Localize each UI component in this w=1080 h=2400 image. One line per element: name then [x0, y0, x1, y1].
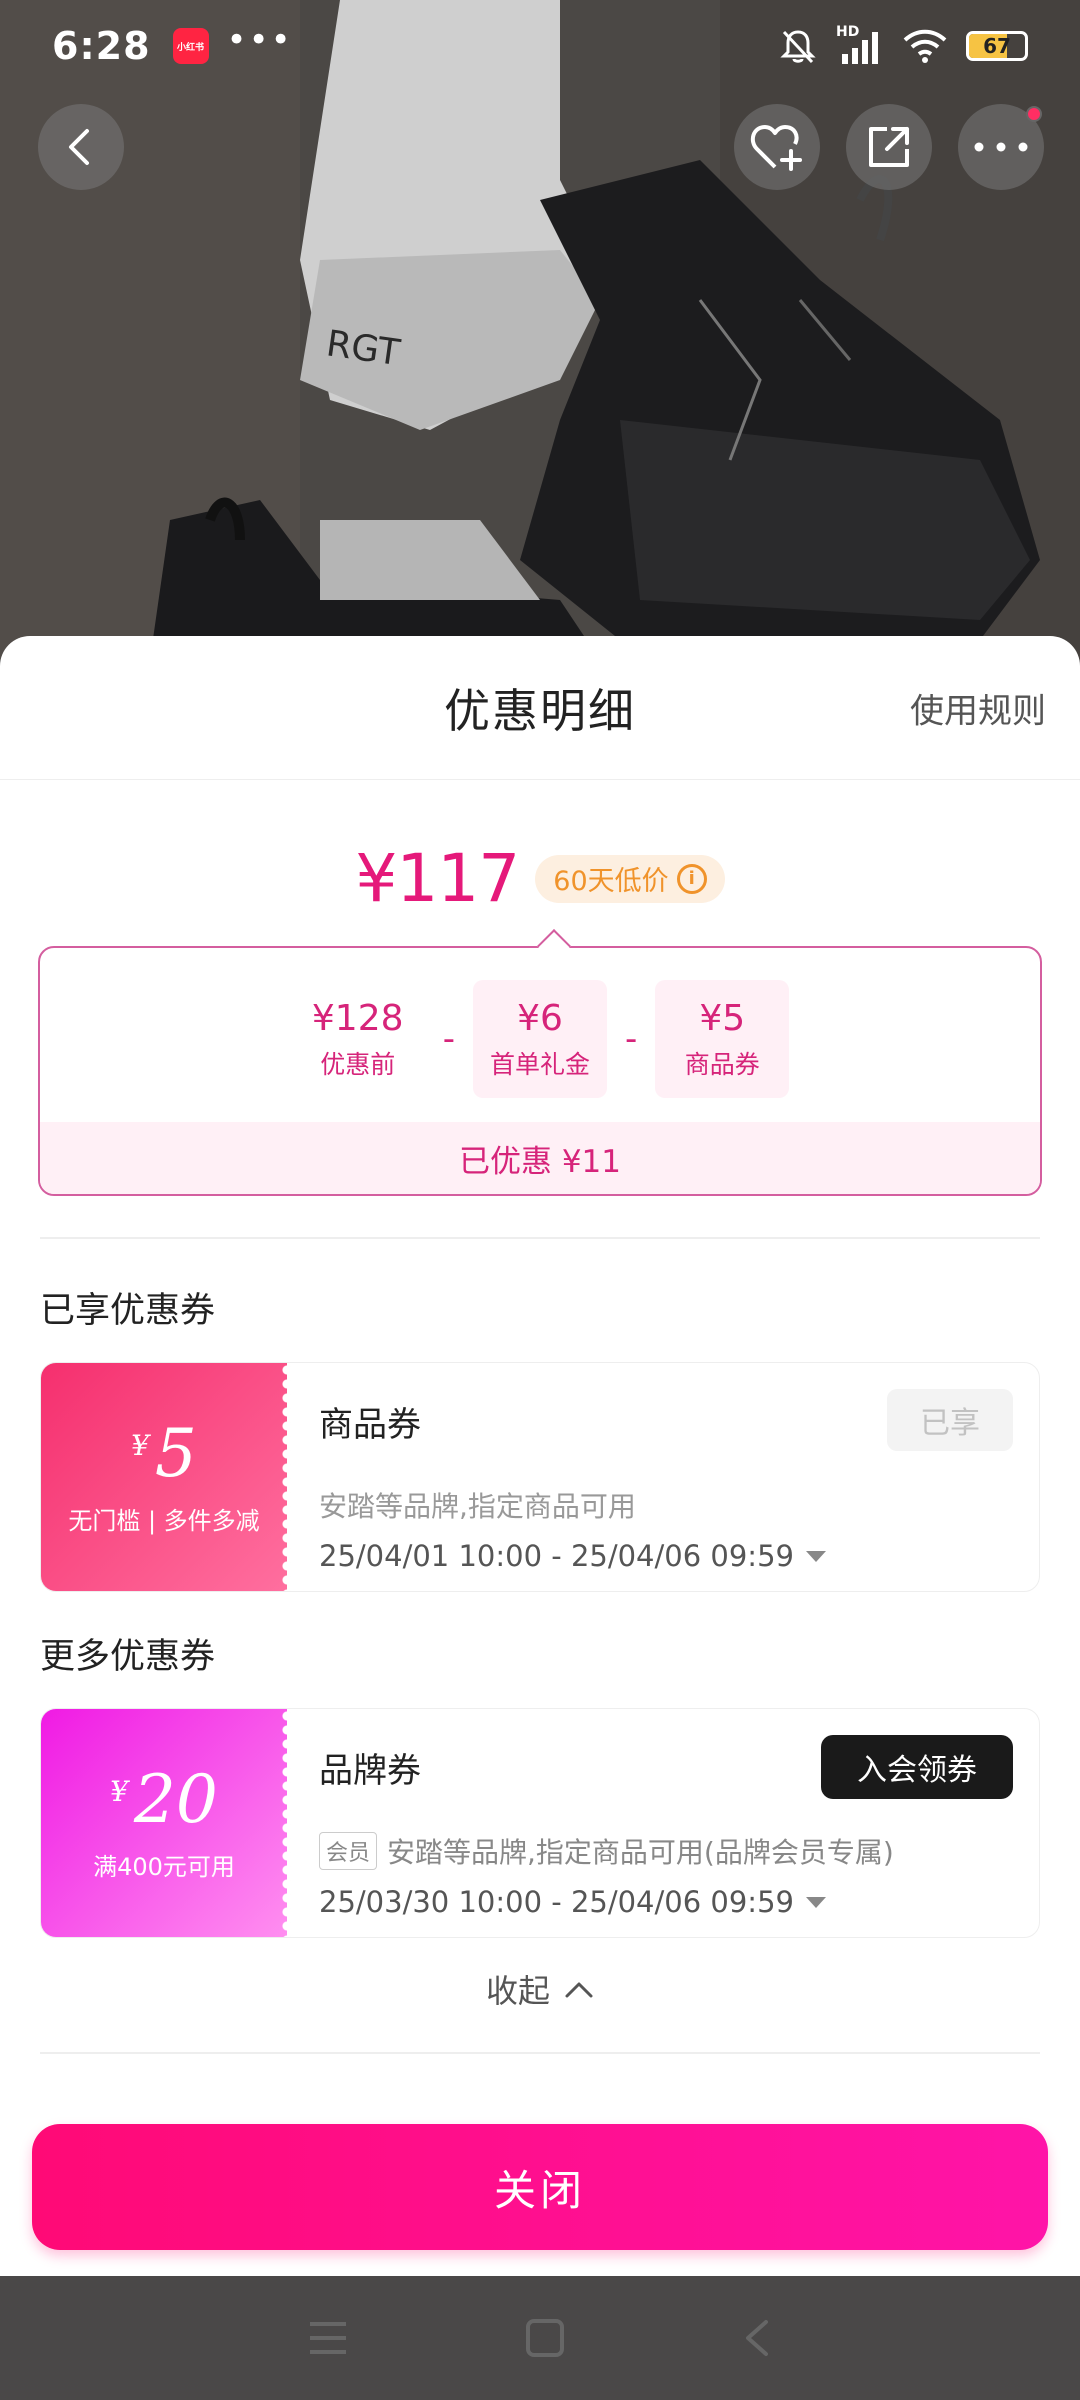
coupon-amount: ¥ 5 — [131, 1414, 197, 1492]
coupon-name: 品牌券 — [319, 1751, 421, 1791]
coupon-date-text: 25/04/01 10:00 - 25/04/06 09:59 — [319, 1539, 794, 1573]
minus-operator: - — [442, 1019, 455, 1059]
low-price-badge[interactable]: 60天低价 i — [535, 854, 725, 903]
info-icon: i — [676, 863, 707, 894]
battery-icon: 67 — [966, 31, 1028, 61]
breakdown-value: ¥5 — [699, 997, 746, 1039]
discount-detail-sheet: 优惠明细 使用规则 ¥117 60天低价 i ¥128 优惠前 - ¥6 首单礼… — [0, 636, 1080, 2276]
final-price: ¥117 — [355, 840, 520, 917]
sneaker-illustration: RGT — [0, 0, 1080, 660]
coupon-date-text: 25/03/30 10:00 - 25/04/06 09:59 — [319, 1885, 794, 1919]
coupon-details: 品牌券 入会领券 会员 安踏等品牌,指定商品可用(品牌会员专属) 25/03/3… — [319, 1709, 1013, 1937]
more-dots-icon — [974, 142, 1028, 152]
breakdown-item-original: ¥128 优惠前 — [291, 980, 425, 1098]
status-indicators: HD 67 — [778, 24, 1028, 66]
coupon-details: 商品券 已享 安踏等品牌,指定商品可用 25/04/01 10:00 - 25/… — [319, 1363, 1013, 1591]
breakdown-items: ¥128 优惠前 - ¥6 首单礼金 - ¥5 商品券 — [40, 980, 1040, 1098]
breakdown-pointer — [537, 929, 571, 963]
share-icon — [869, 127, 909, 167]
minus-operator: - — [625, 1019, 638, 1059]
signal-icon: HD — [836, 24, 884, 66]
price-breakdown: ¥128 优惠前 - ¥6 首单礼金 - ¥5 商品券 已优惠 ¥11 — [38, 929, 1042, 1196]
status-bar: 6:28 小红书 ••• HD 67 — [0, 0, 1080, 92]
currency-symbol: ¥ — [110, 1774, 128, 1808]
collapse-button[interactable]: 收起 — [0, 1966, 1080, 2012]
total-saved: 已优惠 ¥11 — [40, 1122, 1040, 1194]
back-button[interactable] — [38, 104, 124, 190]
chevron-up-icon — [565, 1982, 593, 1998]
usage-rules-link[interactable]: 使用规则 — [910, 683, 1046, 732]
sheet-title: 优惠明细 — [444, 683, 636, 738]
coupon-card-brand: ¥ 20 满400元可用 品牌券 入会领券 会员 安踏等品牌,指定商品可用(品牌… — [40, 1708, 1040, 1938]
coupon-condition: 无门槛 | 多件多减 — [68, 1506, 260, 1535]
divider — [40, 2052, 1040, 2054]
sheet-header: 优惠明细 使用规则 — [0, 636, 1080, 780]
low-price-label: 60天低价 — [553, 866, 669, 897]
home-square-icon[interactable] — [525, 2318, 565, 2358]
breakdown-label: 首单礼金 — [489, 1049, 590, 1079]
product-photo: RGT — [0, 0, 1080, 660]
coupon-description: 安踏等品牌,指定商品可用 — [319, 1485, 636, 1525]
app-notification-icon: 小红书 — [172, 28, 209, 64]
coupon-date-range[interactable]: 25/03/30 10:00 - 25/04/06 09:59 — [319, 1885, 826, 1919]
status-time: 6:28 — [52, 24, 151, 68]
triangle-down-icon — [805, 1896, 826, 1908]
coupon-condition: 满400元可用 — [93, 1852, 235, 1881]
coupon-description-text: 安踏等品牌,指定商品可用 — [319, 1490, 636, 1523]
triangle-down-icon — [805, 1550, 826, 1562]
divider — [40, 1237, 1040, 1239]
coupon-amount: ¥ 20 — [110, 1760, 218, 1838]
final-price-row: ¥117 60天低价 i — [0, 840, 1080, 917]
coupon-amount-value: 20 — [133, 1760, 218, 1838]
battery-level-text: 67 — [983, 34, 1011, 58]
system-navigation-bar — [0, 2276, 1080, 2400]
more-button[interactable] — [958, 104, 1044, 190]
breakdown-item-product-coupon: ¥5 商品券 — [655, 980, 790, 1098]
favorite-button[interactable] — [734, 104, 820, 190]
more-notifications-icon: ••• — [226, 20, 293, 60]
coupon-used-button: 已享 — [887, 1389, 1013, 1451]
chevron-left-icon — [69, 129, 89, 165]
heart-plus-icon — [750, 125, 802, 171]
nav-back-icon[interactable] — [742, 2318, 772, 2358]
member-tag: 会员 — [319, 1832, 378, 1870]
coupon-date-range[interactable]: 25/04/01 10:00 - 25/04/06 09:59 — [319, 1539, 826, 1573]
breakdown-value: ¥128 — [311, 997, 404, 1039]
breakdown-value: ¥6 — [517, 997, 563, 1039]
menu-icon[interactable] — [308, 2320, 348, 2356]
coupon-description: 会员 安踏等品牌,指定商品可用(品牌会员专属) — [319, 1831, 894, 1871]
enjoyed-coupons-title: 已享优惠券 — [40, 1291, 216, 1331]
share-button[interactable] — [846, 104, 932, 190]
mute-bell-icon — [780, 30, 816, 64]
close-button[interactable]: 关闭 — [32, 2124, 1048, 2250]
coupon-card-product: ¥ 5 无门槛 | 多件多减 商品券 已享 安踏等品牌,指定商品可用 25/04… — [40, 1362, 1040, 1592]
coupon-name: 商品券 — [319, 1405, 421, 1445]
breakdown-label: 商品券 — [684, 1049, 760, 1079]
notification-dot — [1026, 106, 1042, 122]
coupon-description-text: 安踏等品牌,指定商品可用(品牌会员专属) — [387, 1836, 894, 1869]
breakdown-item-first-order-gift: ¥6 首单礼金 — [473, 980, 607, 1098]
coupon-amount-value: 5 — [154, 1414, 197, 1492]
breakdown-label: 优惠前 — [320, 1049, 396, 1079]
join-claim-coupon-button[interactable]: 入会领券 — [821, 1735, 1013, 1799]
coupon-amount-panel: ¥ 20 满400元可用 — [41, 1709, 293, 1937]
wifi-icon — [903, 29, 947, 63]
currency-symbol: ¥ — [131, 1428, 149, 1462]
collapse-label: 收起 — [485, 1972, 550, 2010]
more-coupons-title: 更多优惠券 — [40, 1637, 216, 1677]
coupon-amount-panel: ¥ 5 无门槛 | 多件多减 — [41, 1363, 293, 1591]
